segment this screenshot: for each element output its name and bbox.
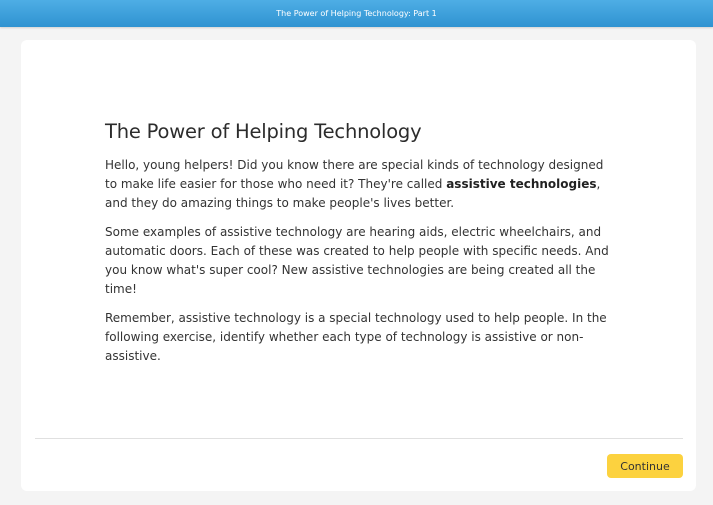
- continue-button[interactable]: Continue: [607, 454, 683, 478]
- page-title: The Power of Helping Technology: Part 1: [276, 9, 437, 18]
- lesson-paragraph-1: Hello, young helpers! Did you know there…: [105, 156, 615, 213]
- footer-divider: [35, 438, 683, 439]
- key-term: assistive technologies: [446, 177, 597, 191]
- lesson-paragraph-2: Some examples of assistive technology ar…: [105, 225, 609, 296]
- lesson-content: The Power of Helping Technology Hello, y…: [105, 120, 615, 376]
- title-bar: The Power of Helping Technology: Part 1: [0, 0, 713, 27]
- lesson-heading: The Power of Helping Technology: [105, 120, 422, 143]
- lesson-paragraph-3: Remember, assistive technology is a spec…: [105, 311, 607, 363]
- lesson-card: The Power of Helping Technology Hello, y…: [21, 40, 696, 491]
